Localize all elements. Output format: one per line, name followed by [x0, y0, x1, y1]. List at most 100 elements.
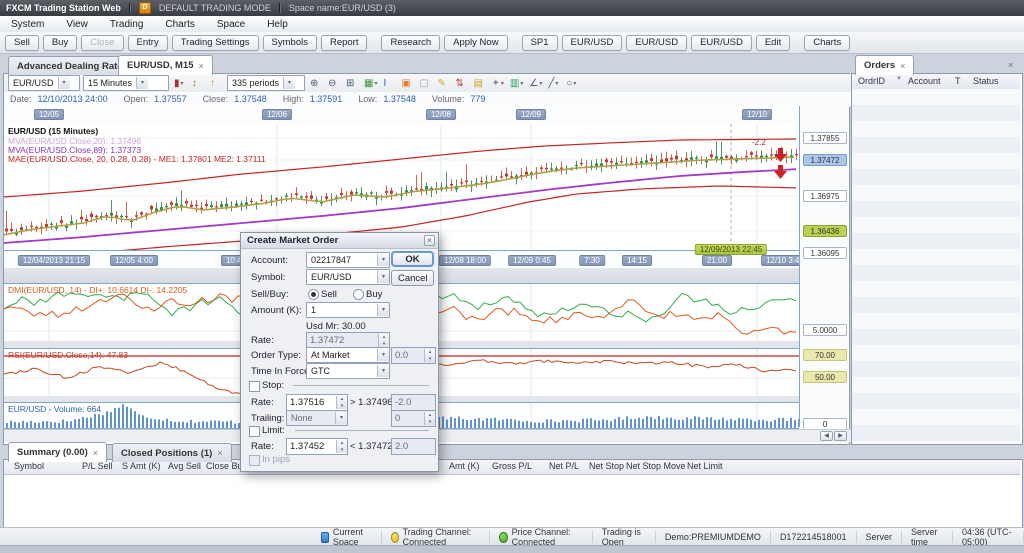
- text-tool-icon[interactable]: I: [381, 76, 397, 91]
- measure-icon[interactable]: ✎: [435, 76, 451, 91]
- zoom-in-icon[interactable]: ⊕: [308, 76, 324, 91]
- summary-column-gross-p-l[interactable]: Gross P/L: [492, 461, 532, 471]
- line-tool-icon[interactable]: ╱▾: [546, 76, 562, 91]
- tab-orders[interactable]: Orders ×: [855, 55, 914, 75]
- toolbar-entry-button[interactable]: Entry: [128, 35, 168, 51]
- amount-select[interactable]: 1 ▾: [306, 302, 390, 318]
- orders-table-body[interactable]: [852, 89, 1020, 444]
- toolbar-eur-usd-button[interactable]: EUR/USD: [562, 35, 623, 51]
- order-range-spinner[interactable]: 0.0 ▴▾: [391, 347, 436, 364]
- chevron-down-icon[interactable]: ▾: [377, 304, 389, 316]
- chart-type-icon[interactable]: ▮▾: [172, 76, 188, 91]
- summary-column-net-stop[interactable]: Net Stop: [589, 461, 624, 471]
- buy-sell-marker-icon[interactable]: ⇅: [453, 76, 469, 91]
- new-window-icon[interactable]: ▣: [399, 76, 415, 91]
- limit-pips-field[interactable]: 2.0: [391, 438, 436, 455]
- ok-button[interactable]: OK: [391, 251, 434, 267]
- symbol-select-dialog[interactable]: EUR/USD ▾: [306, 269, 390, 285]
- chevron-down-icon[interactable]: ▾: [377, 349, 389, 361]
- tab-close-icon[interactable]: ×: [199, 61, 204, 71]
- auto-shift-icon[interactable]: ↑: [208, 76, 224, 91]
- stop-checkbox[interactable]: [249, 381, 260, 392]
- spinner-arrows-icon[interactable]: ▴▾: [378, 334, 389, 347]
- chevron-down-icon[interactable]: ▾: [377, 254, 389, 266]
- toolbar-research-button[interactable]: Research: [381, 35, 440, 51]
- toolbar-apply-now-button[interactable]: Apply Now: [444, 35, 507, 51]
- summary-column-amt-k[interactable]: Amt (K): [449, 461, 480, 471]
- menu-help[interactable]: Help: [256, 19, 299, 30]
- zoom-out-icon[interactable]: ⊖: [326, 76, 342, 91]
- tab-close-icon[interactable]: ×: [900, 61, 905, 71]
- sell-radio[interactable]: [308, 289, 319, 300]
- chevron-down-icon[interactable]: ▾: [377, 365, 389, 377]
- orders-panel-close-icon[interactable]: ×: [1008, 60, 1013, 70]
- notes-icon[interactable]: ▤: [471, 76, 487, 91]
- toolbar-symbols-button[interactable]: Symbols: [263, 35, 317, 51]
- ellipse-tool-icon[interactable]: ○▾: [564, 76, 580, 91]
- orders-column-t[interactable]: T: [955, 76, 961, 86]
- toolbar-sp1-button[interactable]: SP1: [522, 35, 558, 51]
- zoom-select-icon[interactable]: ⊞: [344, 76, 360, 91]
- trailing-select[interactable]: None ▾: [286, 410, 348, 426]
- chevron-down-icon[interactable]: ▾: [136, 77, 148, 89]
- tab-summary[interactable]: Summary (0.00) ×: [8, 442, 107, 462]
- tab-close-icon[interactable]: ×: [93, 448, 98, 458]
- time-in-force-select[interactable]: GTC ▾: [306, 363, 390, 379]
- periods-select[interactable]: 335 periods ▾: [227, 75, 305, 91]
- trailing-step-spinner[interactable]: 0 ▴▾: [391, 410, 436, 427]
- chevron-down-icon[interactable]: ▾: [283, 77, 295, 89]
- orders-column-ordrid[interactable]: OrdrID: [858, 76, 885, 86]
- menu-system[interactable]: System: [0, 19, 55, 30]
- limit-rate-spinner[interactable]: 1.37452 ▴▾: [286, 438, 348, 455]
- dialog-close-icon[interactable]: ×: [424, 235, 435, 246]
- summary-column-s-amt-k[interactable]: S Amt (K): [122, 461, 161, 471]
- summary-column-net-p-l[interactable]: Net P/L: [549, 461, 579, 471]
- chevron-down-icon[interactable]: ▾: [58, 77, 70, 89]
- quick-tools-icon[interactable]: ✦▾: [489, 76, 505, 91]
- summary-column-avg-sell[interactable]: Avg Sell: [168, 461, 201, 471]
- timeframe-select[interactable]: 15 Minutes ▾: [83, 75, 169, 91]
- spinner-arrows-icon[interactable]: ▴▾: [424, 412, 435, 425]
- scroll-right-icon[interactable]: ▶: [834, 431, 847, 441]
- menu-view[interactable]: View: [55, 19, 99, 30]
- toolbar-edit-button[interactable]: Edit: [756, 35, 790, 51]
- limit-checkbox[interactable]: [249, 426, 260, 437]
- summary-column-symbol[interactable]: Symbol: [14, 461, 44, 471]
- trendline-icon[interactable]: ∠▾: [527, 76, 544, 91]
- summary-column-net-limit[interactable]: Net Limit: [687, 461, 723, 471]
- tab-closed-positions[interactable]: Closed Positions (1) ×: [112, 443, 232, 462]
- spinner-arrows-icon[interactable]: ▴▾: [336, 396, 347, 409]
- menu-charts[interactable]: Charts: [154, 19, 205, 30]
- toolbar-report-button[interactable]: Report: [321, 35, 368, 51]
- toolbar-buy-button[interactable]: Buy: [43, 35, 77, 51]
- toolbar-close-button[interactable]: Close: [81, 35, 123, 51]
- buy-radio[interactable]: [353, 289, 364, 300]
- toolbar-eur-usd-button[interactable]: EUR/USD: [626, 35, 687, 51]
- tab-close-icon[interactable]: ×: [217, 448, 222, 458]
- in-pips-checkbox[interactable]: [249, 455, 260, 466]
- menu-trading[interactable]: Trading: [99, 19, 155, 30]
- orders-column-account[interactable]: Account: [908, 76, 941, 86]
- stop-rate-spinner[interactable]: 1.37516 ▴▾: [286, 394, 348, 411]
- scroll-left-icon[interactable]: ◀: [820, 431, 833, 441]
- cancel-button[interactable]: Cancel: [391, 270, 434, 286]
- orders-column-status[interactable]: Status: [973, 76, 999, 86]
- account-select[interactable]: 02217847 ▾: [306, 252, 390, 268]
- toolbar-trading-settings-button[interactable]: Trading Settings: [172, 35, 259, 51]
- spinner-arrows-icon[interactable]: ▴▾: [424, 349, 435, 362]
- summary-column-net-stop-move[interactable]: Net Stop Move: [626, 461, 686, 471]
- tab-eurusd-m15[interactable]: EUR/USD, M15 ×: [118, 55, 213, 75]
- order-type-select[interactable]: At Market ▾: [306, 347, 390, 363]
- chevron-down-icon[interactable]: ▾: [377, 271, 389, 283]
- add-chart-icon[interactable]: ▥▾: [508, 76, 525, 91]
- toolbar-sell-button[interactable]: Sell: [5, 35, 39, 51]
- menu-space[interactable]: Space: [206, 19, 256, 30]
- add-frame-icon[interactable]: ▦▾: [362, 76, 379, 91]
- duplicate-window-icon[interactable]: ▢: [417, 76, 433, 91]
- symbol-select[interactable]: EUR/USD ▾: [8, 75, 80, 91]
- sort-desc-icon[interactable]: ▼: [896, 76, 902, 82]
- toolbar-eur-usd-button[interactable]: EUR/USD: [691, 35, 752, 51]
- chevron-down-icon[interactable]: ▾: [335, 412, 347, 424]
- toolbar-charts-button[interactable]: Charts: [804, 35, 850, 51]
- spinner-arrows-icon[interactable]: ▴▾: [336, 440, 347, 453]
